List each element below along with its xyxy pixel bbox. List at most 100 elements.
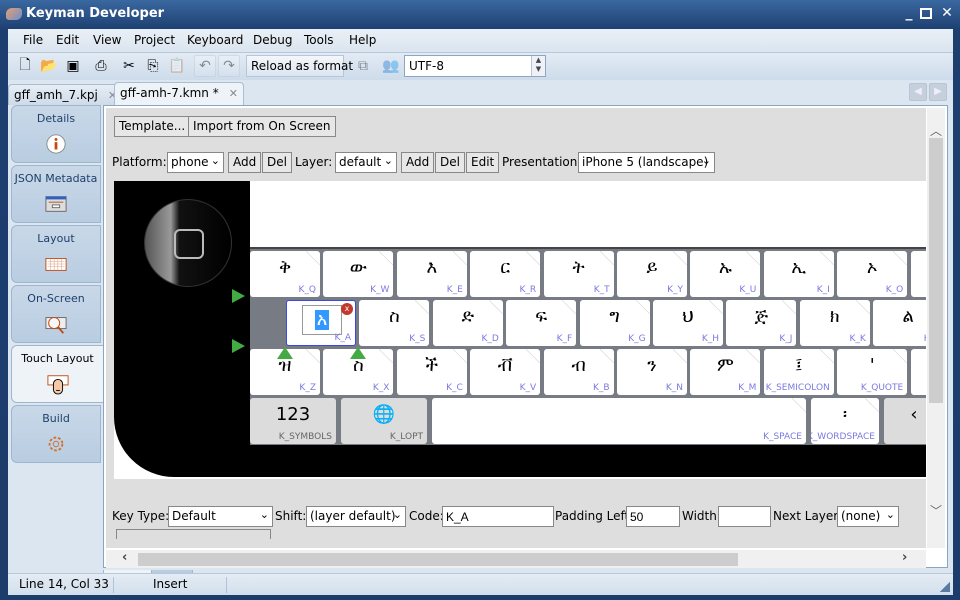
key-k-wordspace[interactable]: ፡ K_WORDSPACE xyxy=(811,398,879,444)
scroll-thumb[interactable] xyxy=(138,553,738,566)
key-k-space[interactable]: K_SPACE xyxy=(432,398,806,444)
tab-next-icon[interactable]: ▶ xyxy=(929,83,947,101)
key-cap-editor[interactable]: አ xyxy=(302,305,342,335)
menu-keyboard[interactable]: Keyboard xyxy=(187,33,243,47)
add-platform-button[interactable]: Add xyxy=(228,152,262,173)
add-row-icon[interactable] xyxy=(232,339,245,353)
tab-project[interactable]: gff_amh_7.kpj ✕ xyxy=(8,84,124,105)
add-flick-icon[interactable] xyxy=(277,347,293,359)
layer-select[interactable]: default ⌄ xyxy=(335,152,397,173)
key-k-o[interactable]: ኦ K_O xyxy=(837,251,908,297)
key-k-h[interactable]: ህ K_H xyxy=(653,300,723,346)
key-k-n[interactable]: ን K_N xyxy=(617,349,687,395)
key-k-i[interactable]: ኢ K_I xyxy=(763,251,834,297)
key-k-f[interactable]: ፍ K_F xyxy=(506,300,577,346)
key-k-e[interactable]: እ K_E xyxy=(396,251,467,297)
delete-layer-button[interactable]: Del xyxy=(435,152,465,173)
key-k-s[interactable]: ስ K_S xyxy=(359,300,430,346)
horizontal-scrollbar[interactable]: ‹ › xyxy=(106,550,926,568)
key-blank[interactable] xyxy=(910,251,926,297)
sidebar-item-build[interactable]: Build xyxy=(11,405,101,463)
sidebar-item-json-metadata[interactable]: JSON Metadata xyxy=(11,165,101,223)
key-type-select[interactable]: Default ⌄ xyxy=(168,506,273,527)
open-folder-icon[interactable]: 📂 xyxy=(38,55,60,77)
width-input[interactable] xyxy=(718,506,771,527)
delete-platform-button[interactable]: Del xyxy=(262,152,292,173)
scroll-left-icon[interactable]: ‹ xyxy=(122,550,127,565)
key-k-t[interactable]: ት K_T xyxy=(543,251,614,297)
copy-icon[interactable]: ⎘ xyxy=(142,55,164,77)
add-flick-icon[interactable] xyxy=(350,347,367,359)
scroll-right-icon[interactable]: › xyxy=(902,550,907,565)
next-layer-select[interactable]: (none) ⌄ xyxy=(837,506,899,527)
menu-file[interactable]: File xyxy=(23,33,43,47)
users-icon[interactable]: 👥 xyxy=(380,55,402,77)
scroll-thumb[interactable] xyxy=(929,138,943,403)
reload-as-format-button[interactable]: Reload as format xyxy=(246,55,353,77)
key-k-l[interactable]: ል K_L xyxy=(873,300,926,346)
key-k-k[interactable]: ክ K_K xyxy=(799,300,870,346)
undo-icon[interactable]: ↶ xyxy=(194,55,216,77)
key-k-c[interactable]: ች K_C xyxy=(396,349,467,395)
menu-help[interactable]: Help xyxy=(349,33,376,47)
key-blank[interactable] xyxy=(910,349,926,395)
tab-prev-icon[interactable]: ◀ xyxy=(909,83,927,101)
key-blank[interactable]: ‹ xyxy=(884,398,926,444)
key-k-v[interactable]: ቭ K_V xyxy=(470,349,541,395)
add-layer-button[interactable]: Add xyxy=(401,152,435,173)
touch-layout-editor: Template... Import from On Screen Platfo… xyxy=(103,105,948,568)
code-input[interactable] xyxy=(442,506,554,527)
sidebar-item-touch-layout[interactable]: Touch Layout xyxy=(11,345,103,403)
maximize-button[interactable] xyxy=(920,8,932,19)
key-k-y[interactable]: ይ K_Y xyxy=(617,251,687,297)
key-k-m[interactable]: ም K_M xyxy=(690,349,761,395)
padding-left-input[interactable] xyxy=(626,506,680,527)
menu-view[interactable]: View xyxy=(93,33,121,47)
key-k-j[interactable]: ጅ K_J xyxy=(726,300,797,346)
tab-kmn-file[interactable]: gff-amh-7.kmn * ✕ xyxy=(114,82,244,105)
scroll-down-icon[interactable]: ﹀ xyxy=(927,502,945,519)
template-button[interactable]: Template... xyxy=(114,116,191,137)
key-k-w[interactable]: ው K_W xyxy=(323,251,394,297)
window-cascade-icon[interactable]: ⧉ xyxy=(352,55,374,77)
new-file-icon[interactable]: 🗋 xyxy=(14,55,36,77)
cut-icon[interactable]: ✂ xyxy=(118,55,140,77)
menu-tools[interactable]: Tools xyxy=(304,33,334,47)
encoding-select[interactable]: UTF-8 ▲ ▼ xyxy=(404,55,546,77)
key-k-a[interactable]: አ x K_A xyxy=(286,300,356,346)
sidebar-item-details[interactable]: Details xyxy=(11,105,101,163)
redo-icon[interactable]: ↷ xyxy=(218,55,240,77)
scroll-up-icon[interactable]: ︿ xyxy=(927,122,945,139)
key-k-u[interactable]: ኡ K_U xyxy=(690,251,761,297)
close-button[interactable]: ✕ xyxy=(940,6,954,20)
save-icon[interactable]: ▣ xyxy=(62,55,84,77)
sidebar-item-on-screen[interactable]: On-Screen xyxy=(11,285,101,343)
close-tab-icon[interactable]: ✕ xyxy=(229,87,238,100)
key-k-d[interactable]: ድ K_D xyxy=(432,300,503,346)
add-row-icon[interactable] xyxy=(232,289,245,303)
platform-select[interactable]: phone ⌄ xyxy=(167,152,224,173)
delete-key-icon[interactable]: x xyxy=(341,303,353,315)
key-k-g[interactable]: ግ K_G xyxy=(579,300,650,346)
sidebar-item-layout[interactable]: Layout xyxy=(11,225,101,283)
key-k-lopt[interactable]: 🌐 K_LOPT xyxy=(341,398,427,444)
menu-project[interactable]: Project xyxy=(134,33,175,47)
edit-layer-button[interactable]: Edit xyxy=(466,152,500,173)
vertical-scrollbar[interactable]: ︿ ﹀ xyxy=(927,108,945,548)
key-k-q[interactable]: ቅ K_Q xyxy=(250,251,320,297)
key-k-symbols[interactable]: 123 K_SYMBOLS xyxy=(250,398,336,444)
key-k-quote[interactable]: ' K_QUOTE xyxy=(837,349,908,395)
menu-debug[interactable]: Debug xyxy=(253,33,292,47)
import-from-on-screen-button[interactable]: Import from On Screen xyxy=(188,116,336,137)
menu-edit[interactable]: Edit xyxy=(56,33,79,47)
key-k-b[interactable]: ብ K_B xyxy=(543,349,614,395)
presentation-select[interactable]: iPhone 5 (landscape) ⌄ xyxy=(578,152,715,173)
resize-grip[interactable] xyxy=(940,582,950,592)
paste-icon[interactable]: 📋 xyxy=(166,55,188,77)
print-icon[interactable]: ⎙ xyxy=(90,55,112,77)
key-k-semicolon[interactable]: ፤ K_SEMICOLON xyxy=(763,349,834,395)
spin-arrows-icon[interactable]: ▲ ▼ xyxy=(531,56,545,76)
key-k-r[interactable]: ር K_R xyxy=(470,251,541,297)
shift-select[interactable]: (layer default) ⌄ xyxy=(306,506,406,527)
minimize-button[interactable]: _ xyxy=(902,6,916,20)
